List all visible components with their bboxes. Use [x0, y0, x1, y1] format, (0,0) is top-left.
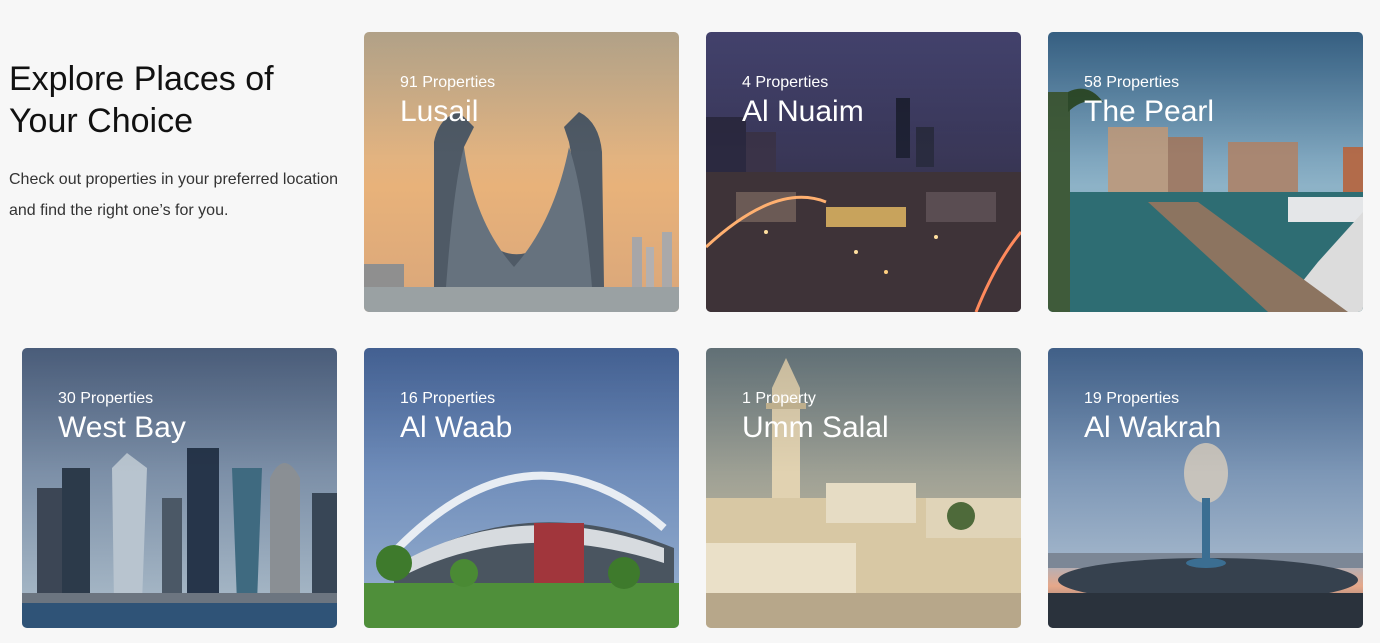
place-card-west-bay[interactable]: 30 Properties West Bay	[22, 348, 337, 628]
property-count: 4 Properties	[742, 74, 829, 91]
page-title-line2: Your Choice	[9, 102, 193, 140]
intro-description-line2: and find the right one’s for you.	[9, 202, 229, 219]
place-name: The Pearl	[1084, 95, 1215, 128]
place-name: Al Waab	[400, 411, 513, 444]
property-count: 30 Properties	[58, 390, 154, 407]
intro-section: Explore Places of Your Choice Check out …	[9, 58, 354, 226]
place-card-umm-salal[interactable]: 1 Property Umm Salal	[706, 348, 1021, 628]
place-card-lusail[interactable]: 91 Properties Lusail	[364, 32, 679, 312]
place-card-al-nuaim[interactable]: 4 Properties Al Nuaim	[706, 32, 1021, 312]
place-card-al-waab[interactable]: 16 Properties Al Waab	[364, 348, 679, 628]
property-count: 1 Property	[742, 390, 816, 407]
place-name: Al Nuaim	[742, 95, 864, 128]
property-count: 91 Properties	[400, 74, 496, 91]
page-title: Explore Places of Your Choice	[9, 58, 354, 142]
place-name: Lusail	[400, 95, 479, 128]
place-name: Umm Salal	[742, 411, 889, 444]
intro-description: Check out properties in your preferred l…	[9, 164, 354, 226]
place-name: West Bay	[58, 411, 186, 444]
place-name: Al Wakrah	[1084, 411, 1222, 444]
property-count: 19 Properties	[1084, 390, 1180, 407]
property-count: 16 Properties	[400, 390, 496, 407]
intro-description-line1: Check out properties in your preferred l…	[9, 171, 339, 188]
page-title-line1: Explore Places of	[9, 60, 274, 98]
place-card-the-pearl[interactable]: 58 Properties The Pearl	[1048, 32, 1363, 312]
property-count: 58 Properties	[1084, 74, 1180, 91]
place-card-al-wakrah[interactable]: 19 Properties Al Wakrah	[1048, 348, 1363, 628]
